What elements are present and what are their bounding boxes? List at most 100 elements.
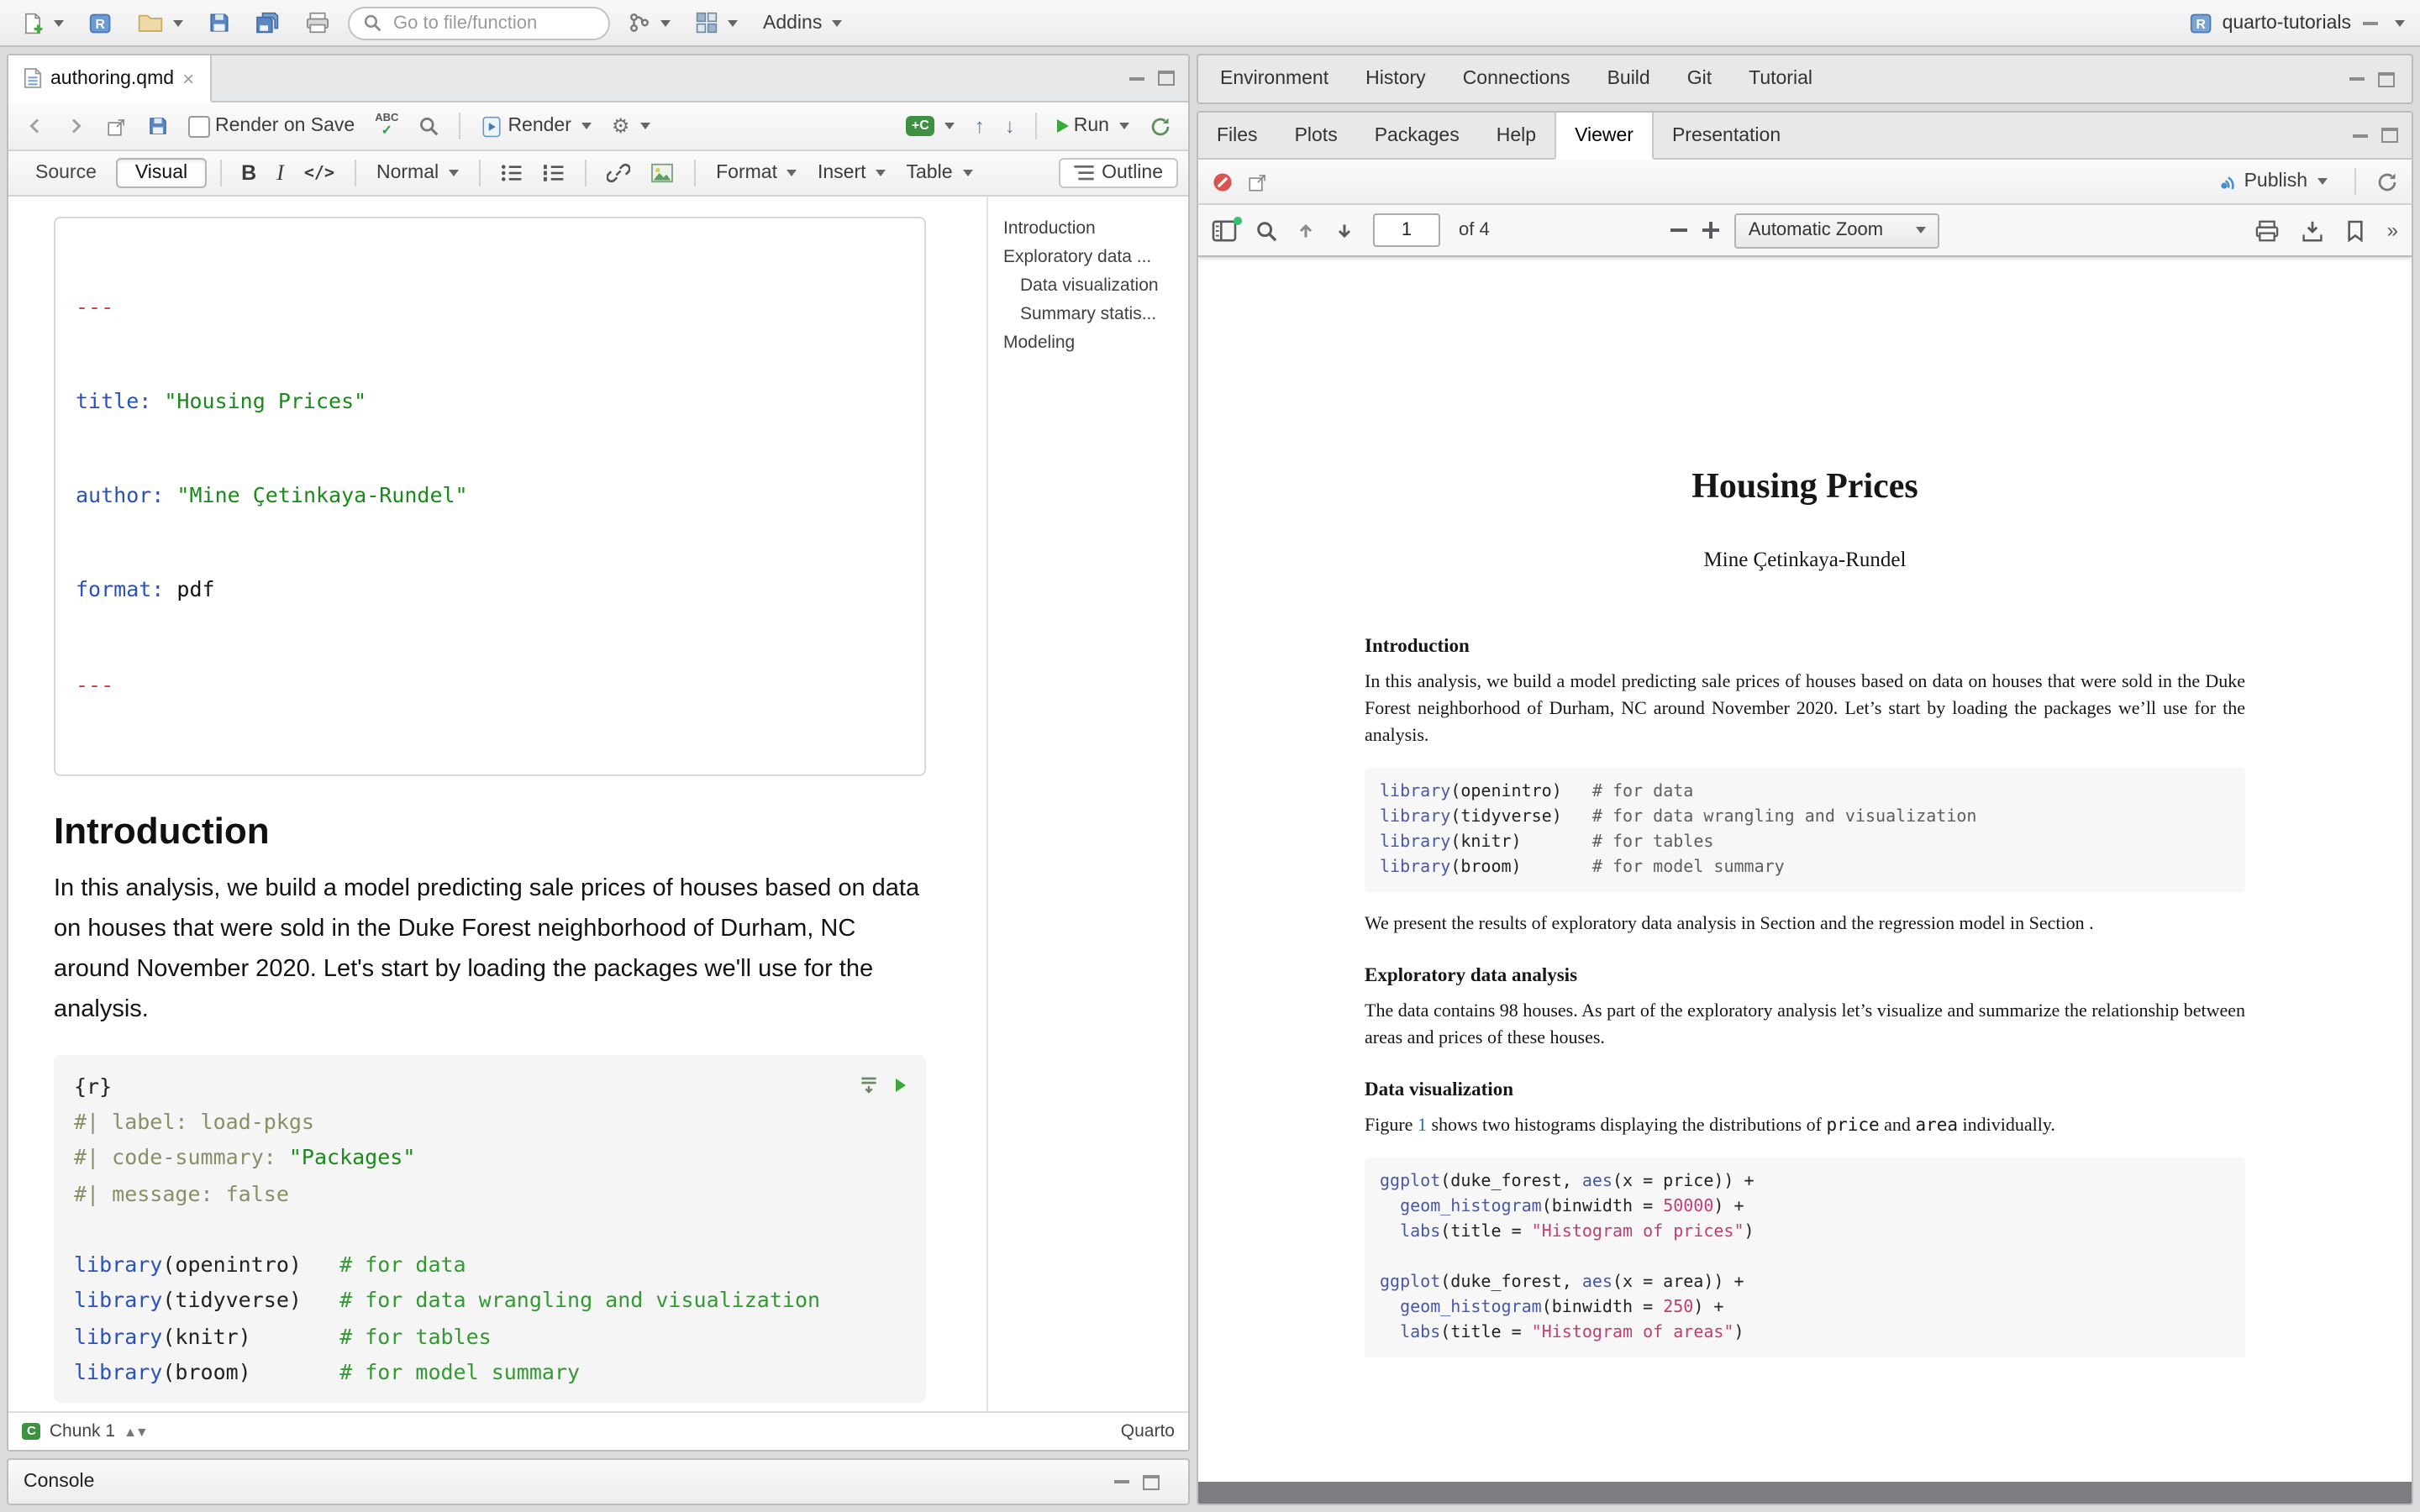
minimize-icon[interactable]	[2363, 21, 2378, 24]
document-format-label[interactable]: Quarto	[1121, 1421, 1175, 1441]
numbered-list-button[interactable]	[536, 160, 571, 186]
code-button[interactable]: </>	[297, 160, 341, 186]
bullet-list-button[interactable]	[494, 160, 529, 186]
render-settings-button[interactable]: ⚙	[605, 111, 657, 141]
minimize-pane-icon[interactable]	[2353, 134, 2368, 137]
insert-chunk-button[interactable]: +C	[900, 113, 961, 139]
open-file-button[interactable]	[131, 8, 190, 37]
spellcheck-button[interactable]: ABC✓	[368, 111, 405, 142]
next-page-icon[interactable]	[1334, 219, 1355, 241]
yaml-block[interactable]: --- title: "Housing Prices" author: "Min…	[54, 217, 926, 776]
paragraph-style-menu[interactable]: Normal	[370, 160, 466, 186]
next-chunk-button[interactable]: ↓	[998, 113, 1022, 139]
insert-menu[interactable]: Insert	[811, 160, 893, 186]
bold-button[interactable]: B	[234, 158, 263, 188]
main-toolbar: R Addins	[0, 0, 2420, 47]
search-icon[interactable]	[1255, 219, 1277, 241]
tab-viewer[interactable]: Viewer	[1555, 113, 1654, 160]
editor-status-bar: C Chunk 1 ▲▼ Quarto	[8, 1411, 1188, 1450]
open-in-new-window-icon[interactable]	[1247, 171, 1269, 192]
minimize-pane-icon[interactable]	[1129, 76, 1144, 80]
more-tools-icon[interactable]: »	[2387, 220, 2398, 240]
tab-tutorial[interactable]: Tutorial	[1730, 55, 1831, 102]
refresh-icon[interactable]	[2376, 171, 2398, 192]
chevron-down-icon	[639, 123, 650, 129]
find-replace-button[interactable]	[412, 113, 445, 139]
version-control-button[interactable]	[622, 8, 677, 37]
table-menu[interactable]: Table	[900, 160, 980, 186]
outline-item-data-visualization[interactable]: Data visualization	[1003, 270, 1181, 299]
tab-files[interactable]: Files	[1198, 113, 1276, 158]
download-icon[interactable]	[2302, 219, 2325, 241]
run-chunks-above-icon[interactable]	[859, 1076, 879, 1096]
code-chunk[interactable]: {r} #| label: load-pkgs #| code-summary:…	[54, 1055, 926, 1404]
chevron-down-icon[interactable]	[2395, 19, 2405, 26]
addins-menu[interactable]: Addins	[756, 9, 849, 36]
page-number-input[interactable]	[1373, 213, 1440, 247]
project-menu[interactable]: R quarto-tutorials	[2191, 11, 2351, 34]
run-button[interactable]: Run	[1050, 113, 1136, 139]
new-file-button[interactable]	[15, 8, 71, 38]
panes-layout-button[interactable]	[689, 8, 744, 37]
minimize-pane-icon[interactable]	[1114, 1480, 1129, 1483]
maximize-pane-icon[interactable]	[1143, 1474, 1160, 1489]
tab-connections[interactable]: Connections	[1444, 55, 1589, 102]
save-all-button[interactable]	[249, 8, 287, 37]
zoom-select[interactable]: Automatic Zoom	[1735, 213, 1939, 248]
outline-item-summary-statistics[interactable]: Summary statis...	[1003, 299, 1181, 328]
format-menu[interactable]: Format	[709, 160, 804, 186]
chunk-position-label[interactable]: Chunk 1	[50, 1421, 115, 1441]
console-pane-header[interactable]: Console	[7, 1458, 1190, 1505]
tab-plots[interactable]: Plots	[1276, 113, 1356, 158]
italic-button[interactable]: I	[270, 156, 291, 190]
outline-item-eda[interactable]: Exploratory data ...	[1003, 242, 1181, 270]
previous-page-icon[interactable]	[1296, 219, 1316, 241]
close-icon[interactable]: ×	[182, 68, 194, 88]
link-button[interactable]	[600, 158, 637, 188]
render-on-save-checkbox[interactable]	[188, 115, 210, 137]
tab-build[interactable]: Build	[1589, 55, 1669, 102]
print-button[interactable]	[299, 8, 336, 37]
save-button[interactable]	[202, 8, 237, 37]
outline-item-modeling[interactable]: Modeling	[1003, 328, 1181, 356]
render-button[interactable]: Render	[474, 112, 597, 140]
print-icon[interactable]	[2256, 219, 2280, 241]
popout-button[interactable]	[99, 112, 134, 140]
toggle-sidebar-icon[interactable]	[1212, 219, 1237, 241]
stop-viewer-icon[interactable]	[1212, 171, 1234, 192]
maximize-pane-icon[interactable]	[1158, 71, 1175, 86]
source-mode-button[interactable]: Source	[18, 160, 113, 186]
back-button[interactable]	[18, 113, 52, 139]
render-on-save-toggle[interactable]: Render on Save	[182, 112, 361, 140]
rerun-button[interactable]	[1143, 112, 1178, 140]
outline-toggle-button[interactable]: Outline	[1058, 158, 1178, 188]
visual-editor-content[interactable]: --- title: "Housing Prices" author: "Min…	[8, 197, 986, 1411]
tab-environment[interactable]: Environment	[1202, 55, 1347, 102]
tab-authoring-qmd[interactable]: authoring.qmd ×	[8, 55, 211, 102]
open-folder-icon	[138, 12, 163, 34]
outline-item-introduction[interactable]: Introduction	[1003, 213, 1181, 242]
figure-link[interactable]: 1	[1418, 1115, 1427, 1135]
image-icon	[650, 163, 674, 183]
zoom-in-icon[interactable]	[1703, 222, 1720, 239]
image-button[interactable]	[644, 160, 681, 186]
tab-help[interactable]: Help	[1478, 113, 1555, 158]
previous-chunk-button[interactable]: ↑	[968, 113, 992, 139]
pdf-viewer-area[interactable]: Housing Prices Mine Çetinkaya-Rundel Int…	[1198, 257, 2412, 1504]
save-doc-button[interactable]	[141, 113, 175, 139]
minimize-pane-icon[interactable]	[2349, 77, 2365, 81]
tab-presentation[interactable]: Presentation	[1654, 113, 1799, 158]
tab-history[interactable]: History	[1347, 55, 1444, 102]
tab-git[interactable]: Git	[1669, 55, 1730, 102]
visual-mode-button[interactable]: Visual	[117, 158, 206, 188]
zoom-out-icon[interactable]	[1671, 228, 1688, 232]
forward-button[interactable]	[59, 113, 92, 139]
maximize-pane-icon[interactable]	[2378, 71, 2395, 87]
publish-button[interactable]: Publish	[2211, 167, 2334, 196]
bookmark-icon[interactable]	[2347, 219, 2365, 241]
maximize-pane-icon[interactable]	[2381, 128, 2398, 143]
new-project-button[interactable]: R	[82, 8, 119, 38]
goto-file-input[interactable]	[390, 11, 595, 34]
tab-packages[interactable]: Packages	[1356, 113, 1478, 158]
run-chunk-icon[interactable]	[896, 1079, 906, 1093]
